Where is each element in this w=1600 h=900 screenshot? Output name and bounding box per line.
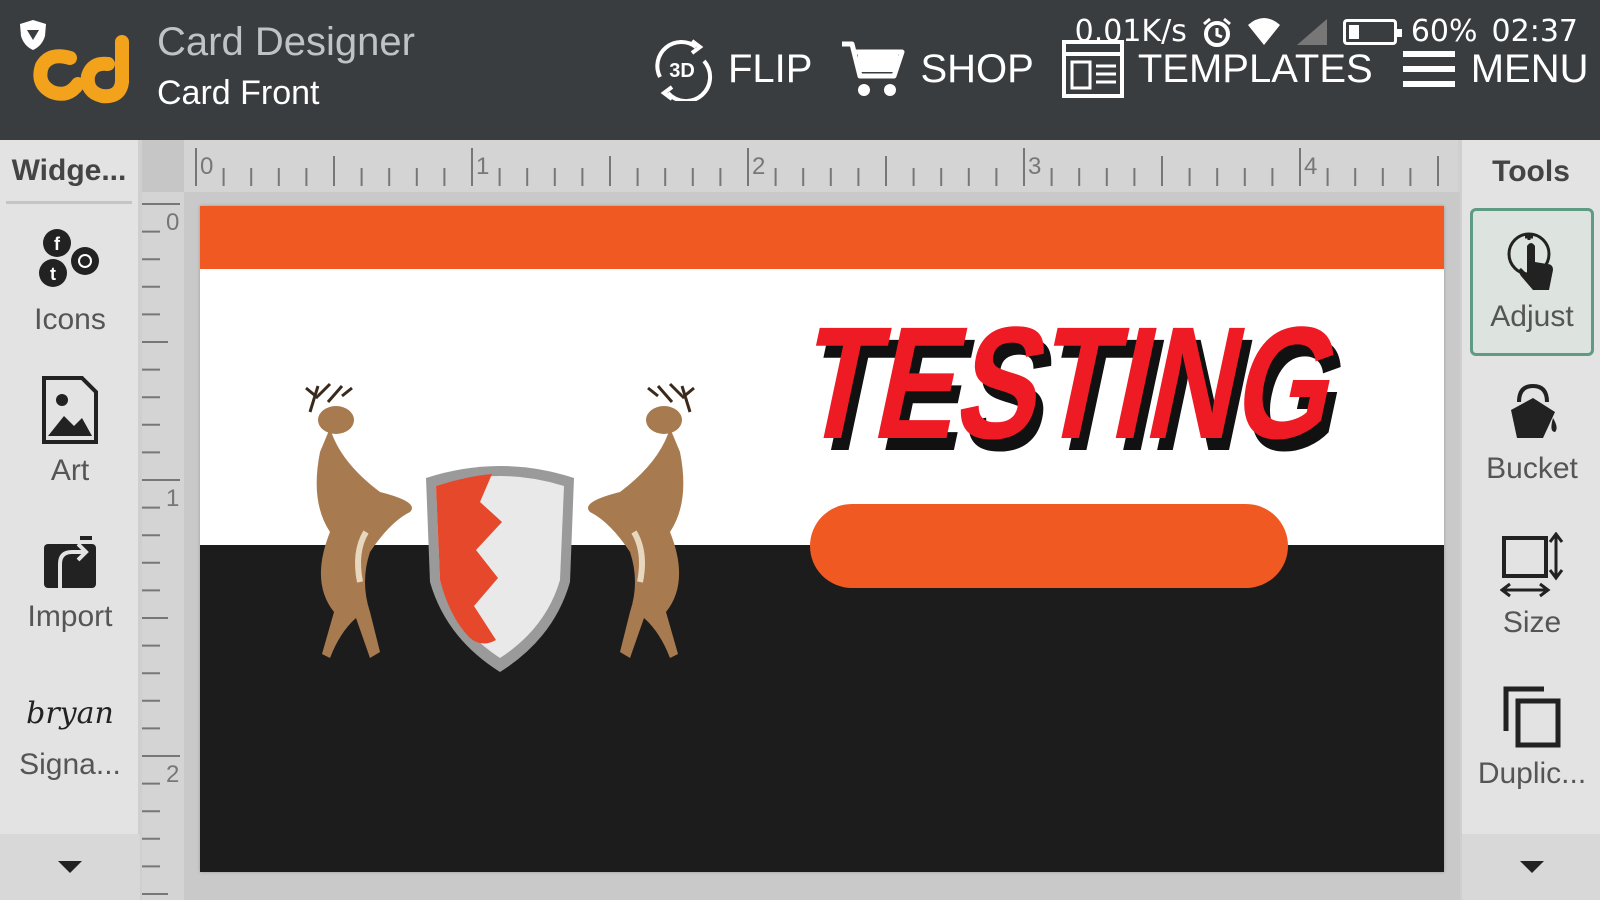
widget-art-label: Art <box>50 454 90 487</box>
templates-label: TEMPLATES <box>1137 46 1373 91</box>
widget-art[interactable]: Art <box>0 356 140 508</box>
tool-bucket[interactable]: Bucket <box>1470 360 1594 508</box>
tools-scroll-down[interactable] <box>1462 834 1600 900</box>
card-orange-pill[interactable] <box>810 504 1288 588</box>
signal-icon <box>1296 18 1327 45</box>
tool-size[interactable]: Size <box>1470 512 1594 660</box>
app-logo <box>33 35 129 104</box>
widget-icons-label: Icons <box>34 303 106 336</box>
flip-label: FLIP <box>728 46 813 91</box>
ruler-vertical: 0 1 2 <box>142 192 184 900</box>
app-subtitle: Card Front <box>157 74 320 112</box>
network-speed: 0.01K/s <box>1074 14 1187 49</box>
resize-icon <box>1500 532 1564 598</box>
tools-header: Tools <box>1492 155 1570 188</box>
shop-button[interactable]: SHOP <box>840 38 1034 100</box>
tool-adjust[interactable]: Adjust <box>1470 208 1594 356</box>
ruler-label: 4 <box>1304 153 1317 180</box>
battery-percent: 60% <box>1410 14 1478 49</box>
ruler-label: 3 <box>1028 153 1041 180</box>
status-bar: 0.01K/s 60% 02:37 <box>1075 14 1578 49</box>
app-title: Card Designer <box>157 20 415 64</box>
ruler-label: 2 <box>166 761 179 788</box>
tool-size-label: Size <box>1502 606 1562 639</box>
rotate-3d-icon: 3D <box>655 39 713 101</box>
menu-button[interactable]: MENU <box>1401 47 1589 92</box>
duplicate-icon <box>1503 686 1561 748</box>
left-deer-art <box>305 382 412 658</box>
card-designer-app: Card Designer Card Front 3D FLIP SHOP TE… <box>0 0 1600 900</box>
action-bar: Card Designer Card Front 3D FLIP SHOP TE… <box>0 0 1600 140</box>
shopping-cart-icon <box>842 41 905 96</box>
ruler-label: 1 <box>166 485 179 512</box>
chevron-down-icon <box>1520 861 1544 873</box>
ruler-corner <box>142 140 184 192</box>
ruler-label: 0 <box>166 209 179 236</box>
paint-bucket-icon <box>1511 383 1557 438</box>
menu-label: MENU <box>1470 46 1589 91</box>
image-icon <box>42 376 98 444</box>
touch-adjust-icon <box>1507 232 1553 290</box>
tool-bucket-label: Bucket <box>1486 452 1578 485</box>
ruler-label: 0 <box>200 153 213 180</box>
ruler-horizontal: 0 1 2 3 4 <box>142 140 1458 192</box>
alarm-icon <box>1202 17 1231 47</box>
svg-text:f: f <box>54 234 61 254</box>
ruler-label: 1 <box>476 153 489 180</box>
signature-icon: bryan <box>26 696 114 731</box>
shield-art <box>426 466 574 672</box>
clock: 02:37 <box>1491 14 1578 49</box>
widget-icons[interactable]: f t Icons <box>0 204 140 356</box>
flip-button[interactable]: 3D FLIP <box>650 37 812 101</box>
wifi-icon <box>1247 17 1280 45</box>
chevron-down-icon <box>58 861 82 873</box>
ruler-label: 2 <box>752 153 765 180</box>
tool-duplicate-label: Duplic... <box>1477 757 1587 790</box>
shop-label: SHOP <box>920 46 1034 91</box>
battery-icon <box>1342 18 1402 45</box>
social-icons-icon: f t <box>39 229 99 287</box>
tool-duplicate[interactable]: Duplic... <box>1470 664 1594 812</box>
widget-signature-label: Signa... <box>19 748 121 781</box>
widget-import[interactable]: Import <box>0 508 140 660</box>
widget-signature[interactable]: bryan Signa... <box>0 660 140 812</box>
card-orange-band[interactable] <box>200 206 1444 269</box>
svg-text:t: t <box>50 264 56 284</box>
widgets-panel: Widge... f t Icons Art Import bryan Sign… <box>0 140 140 900</box>
widgets-header: Widge... <box>6 140 132 204</box>
deer-shield-crest-art[interactable] <box>270 382 730 682</box>
card-front[interactable]: TESTING TESTING <box>200 206 1444 872</box>
card-title-fill: TESTING <box>792 295 1352 473</box>
tool-adjust-label: Adjust <box>1490 300 1574 333</box>
tools-panel: Tools Adjust Bucket Size Duplic... <box>1460 140 1600 900</box>
hamburger-menu-icon <box>1402 51 1455 87</box>
card-title-text[interactable]: TESTING TESTING <box>792 292 1352 482</box>
rotate-3d-badge: 3D <box>669 60 695 82</box>
widgets-scroll-down[interactable] <box>0 834 140 900</box>
right-deer-art <box>588 382 695 658</box>
widget-import-label: Import <box>27 600 113 633</box>
import-icon <box>44 536 96 588</box>
